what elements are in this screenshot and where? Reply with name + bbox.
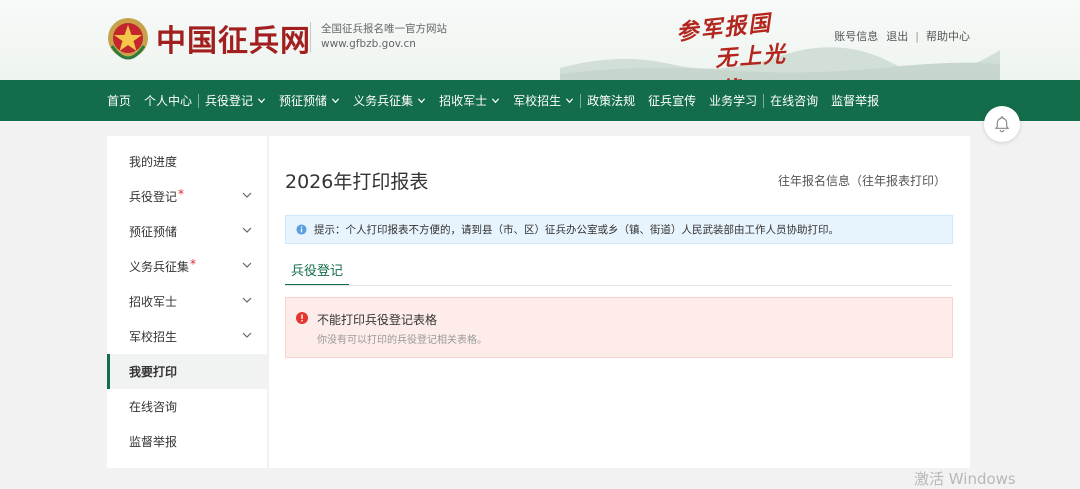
sidebar-item-label: 义务兵征集 [129, 260, 190, 274]
nav-label: 军校招生 [513, 94, 562, 108]
nav-home[interactable]: 首页 [107, 92, 131, 109]
chevron-down-icon [242, 332, 252, 338]
page-title: 2026年打印报表 [285, 171, 429, 193]
slogan-calligraphy: 参军报国 无上光荣 [675, 8, 806, 80]
site-title: 中国征兵网 [156, 24, 311, 59]
nav-nco-recruitment[interactable]: 招收军士 [439, 92, 500, 109]
sidebar-item-military-registration[interactable]: 兵役登记 * [107, 179, 267, 214]
sidebar-item-online-consult[interactable]: 在线咨询 [107, 389, 267, 424]
sidebar: 我的进度 兵役登记 * 预征预储 义务兵征集 * 招收军士 军校招生 我要打印 在线… [107, 136, 267, 468]
chevron-down-icon [566, 98, 574, 104]
info-icon [296, 224, 307, 235]
sidebar-item-label: 军校招生 [129, 330, 178, 344]
site-header: 中国征兵网 全国征兵报名唯一官方网站 www.gfbzb.gov.cn 参军报国… [0, 0, 1080, 80]
sidebar-item-progress[interactable]: 我的进度 [107, 144, 267, 179]
required-star: * [178, 186, 185, 201]
bell-icon [994, 116, 1010, 133]
site-subtitle: 全国征兵报名唯一官方网站 www.gfbzb.gov.cn [310, 22, 447, 52]
chevron-down-icon [492, 98, 500, 104]
chevron-down-icon [242, 262, 252, 268]
nav-policies[interactable]: 政策法规 [587, 92, 635, 109]
error-alert: 不能打印兵役登记表格 你没有可以打印的兵役登记相关表格。 [285, 297, 953, 358]
sidebar-item-nco-recruitment[interactable]: 招收军士 [107, 284, 267, 319]
tip-text: 提示：个人打印报表不方便的，请到县（市、区）征兵办公室或乡（镇、街道）人民武装部… [314, 224, 839, 236]
required-star: * [190, 256, 197, 271]
subtitle-line1: 全国征兵报名唯一官方网站 [321, 23, 447, 35]
link-separator: | [915, 29, 919, 43]
alert-title: 不能打印兵役登记表格 [317, 313, 438, 327]
site-logo[interactable]: 中国征兵网 [106, 16, 311, 60]
slogan-line2: 无上光荣 [714, 41, 788, 80]
nav-label: 预征预储 [279, 94, 328, 108]
notification-button[interactable] [984, 106, 1020, 142]
nav-divider [763, 93, 765, 108]
sidebar-item-label: 我要打印 [129, 365, 178, 379]
chevron-down-icon [417, 98, 426, 104]
sidebar-item-label: 招收军士 [129, 295, 178, 309]
sidebar-item-report[interactable]: 监督举报 [107, 424, 267, 459]
sidebar-item-label: 监督举报 [129, 435, 178, 449]
nav-label: 招收军士 [439, 94, 488, 108]
sidebar-item-pre-enlistment[interactable]: 预征预储 [107, 214, 267, 249]
sidebar-item-print[interactable]: 我要打印 [107, 354, 267, 389]
nav-conscription[interactable]: 义务兵征集 [353, 92, 426, 109]
top-links: 账号信息 退出 | 帮助中心 [834, 28, 970, 44]
chevron-down-icon [242, 297, 252, 303]
nav-online-consult[interactable]: 在线咨询 [770, 92, 818, 109]
nav-military-registration[interactable]: 兵役登记 [205, 92, 266, 109]
chevron-down-icon [257, 98, 266, 104]
nav-report[interactable]: 监督举报 [831, 92, 879, 109]
chevron-down-icon [331, 98, 340, 104]
help-center-link[interactable]: 帮助中心 [926, 28, 970, 44]
main-content: 2026年打印报表 往年报名信息（往年报表打印） 提示：个人打印报表不方便的，请… [269, 136, 970, 468]
account-info-link[interactable]: 账号信息 [834, 28, 878, 44]
sidebar-item-label: 在线咨询 [129, 400, 178, 414]
nav-personal-center[interactable]: 个人中心 [144, 92, 192, 109]
chevron-down-icon [242, 227, 252, 233]
nav-label: 兵役登记 [205, 94, 254, 108]
nav-divider [580, 93, 582, 108]
history-records-link[interactable]: 往年报名信息（往年报表打印） [778, 172, 946, 189]
tab-divider [285, 285, 952, 286]
windows-activation-watermark: 激活 Windows [914, 470, 1016, 488]
sidebar-item-military-academy[interactable]: 军校招生 [107, 319, 267, 354]
logout-link[interactable]: 退出 [886, 28, 908, 44]
nav-learning[interactable]: 业务学习 [709, 92, 757, 109]
sidebar-item-conscription[interactable]: 义务兵征集 * [107, 249, 267, 284]
sidebar-item-label: 兵役登记 [129, 190, 178, 204]
army-emblem-icon [108, 18, 148, 60]
chevron-down-icon [242, 192, 252, 198]
main-nav: 首页 个人中心 兵役登记 预征预储 义务兵征集 招收军士 军校招生 政策法规 征… [0, 80, 1080, 121]
sidebar-item-label: 我的进度 [129, 155, 178, 169]
nav-pre-enlistment[interactable]: 预征预储 [279, 92, 340, 109]
nav-label: 义务兵征集 [353, 94, 414, 108]
nav-military-academy[interactable]: 军校招生 [513, 92, 574, 109]
subtitle-line2: www.gfbzb.gov.cn [321, 38, 416, 50]
error-icon [296, 312, 308, 324]
nav-divider [198, 93, 200, 108]
alert-description: 你没有可以打印的兵役登记相关表格。 [317, 335, 487, 346]
tab-military-registration[interactable]: 兵役登记 [285, 260, 350, 286]
nav-publicity[interactable]: 征兵宣传 [648, 92, 696, 109]
sidebar-item-label: 预征预储 [129, 225, 178, 239]
info-tip: 提示：个人打印报表不方便的，请到县（市、区）征兵办公室或乡（镇、街道）人民武装部… [285, 215, 953, 244]
